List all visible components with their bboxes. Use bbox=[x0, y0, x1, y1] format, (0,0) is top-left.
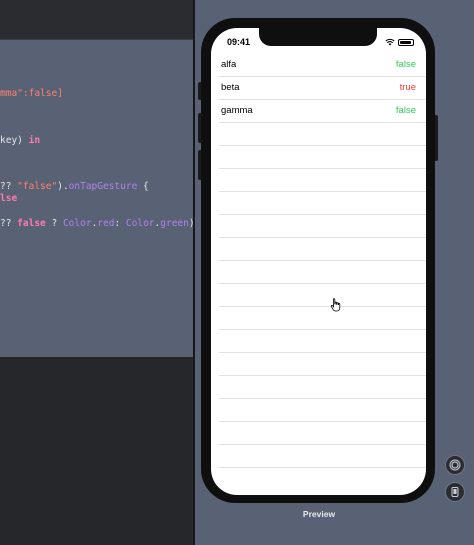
code-token: lse bbox=[0, 193, 18, 204]
status-icons bbox=[385, 38, 414, 46]
empty-list-row bbox=[219, 284, 426, 307]
code-token: Color bbox=[62, 218, 92, 229]
empty-list-row bbox=[219, 422, 426, 445]
empty-list-row bbox=[219, 215, 426, 238]
list-item-key: beta bbox=[221, 82, 240, 93]
code-token: ?? bbox=[0, 218, 18, 229]
list-item-key: alfa bbox=[221, 59, 237, 70]
wifi-icon bbox=[385, 38, 395, 46]
empty-list-row bbox=[219, 445, 426, 468]
list-item[interactable]: beta true bbox=[219, 77, 426, 100]
code-line-3: ?? "false").onTapGesture { bbox=[0, 181, 149, 193]
code-token: mma":false] bbox=[0, 88, 63, 99]
empty-list-row bbox=[219, 169, 426, 192]
empty-list-row bbox=[219, 307, 426, 330]
device-notch bbox=[259, 28, 377, 46]
code-token: ? bbox=[45, 218, 63, 229]
debug-area bbox=[0, 357, 193, 545]
code-editor[interactable]: mma":false] key) in ?? "false").onTapGes… bbox=[0, 40, 193, 357]
list-item-value[interactable]: true bbox=[400, 82, 416, 93]
device-screen[interactable]: 09:41 alfa false beta true gamma false bbox=[211, 28, 426, 495]
list-item[interactable]: gamma false bbox=[219, 100, 426, 123]
empty-list-row bbox=[219, 146, 426, 169]
empty-list-row bbox=[219, 261, 426, 284]
battery-icon bbox=[398, 38, 414, 46]
code-token: in bbox=[28, 135, 41, 146]
code-token: key) bbox=[0, 135, 29, 146]
xcode-window: mma":false] key) in ?? "false").onTapGes… bbox=[0, 0, 474, 545]
code-line-1: mma":false] bbox=[0, 88, 63, 100]
code-token: "false" bbox=[17, 181, 58, 192]
list-item-key: gamma bbox=[221, 105, 253, 116]
preview-label: Preview bbox=[302, 509, 336, 519]
live-preview-icon bbox=[449, 459, 461, 471]
empty-list-row bbox=[219, 376, 426, 399]
empty-rows bbox=[211, 123, 426, 468]
code-token: ). bbox=[57, 181, 69, 192]
list-item-value[interactable]: false bbox=[396, 105, 416, 116]
code-token: Color bbox=[125, 218, 155, 229]
code-token: green bbox=[160, 218, 189, 229]
inspect-preview-icon bbox=[451, 487, 459, 497]
list-item-value[interactable]: false bbox=[396, 59, 416, 70]
empty-list-row bbox=[219, 123, 426, 146]
live-preview-button[interactable] bbox=[445, 455, 465, 475]
editor-toolbar bbox=[0, 0, 193, 40]
code-token: : bbox=[114, 218, 126, 229]
empty-list-row bbox=[219, 330, 426, 353]
empty-list-row bbox=[219, 238, 426, 261]
code-line-5: ?? false ? Color.red: Color.green) bbox=[0, 218, 193, 230]
code-token: ?? bbox=[0, 181, 18, 192]
empty-list-row bbox=[219, 353, 426, 376]
empty-list-row bbox=[219, 399, 426, 422]
list-item[interactable]: alfa false bbox=[219, 54, 426, 77]
items-list: alfa false beta true gamma false bbox=[211, 54, 426, 468]
code-line-4: lse bbox=[0, 193, 17, 205]
code-line-2: key) in bbox=[0, 135, 40, 147]
empty-list-row bbox=[219, 192, 426, 215]
code-token: false bbox=[17, 218, 46, 229]
status-time: 09:41 bbox=[227, 37, 251, 47]
hand-pointer-icon bbox=[330, 298, 341, 312]
code-token: { bbox=[137, 181, 149, 192]
code-token: red bbox=[97, 218, 115, 229]
inspect-preview-button[interactable] bbox=[445, 482, 465, 502]
code-token: onTapGesture bbox=[68, 181, 138, 192]
